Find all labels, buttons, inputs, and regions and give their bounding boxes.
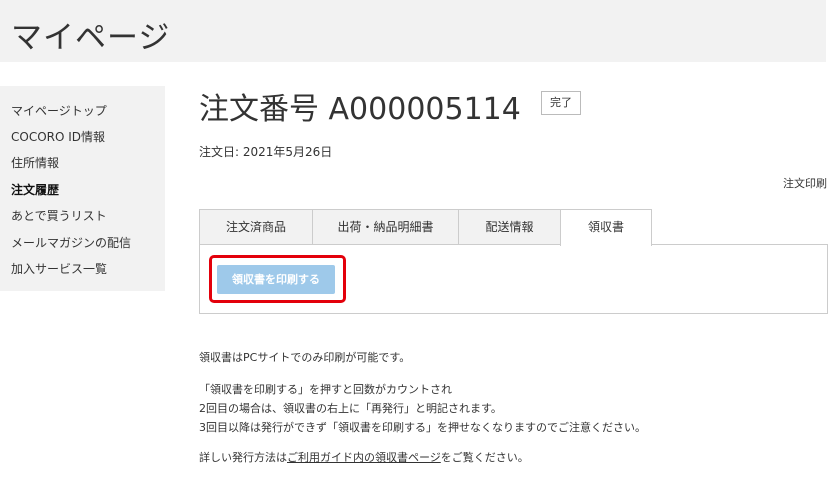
receipt-note-limit: 3回目以降は発行ができず「領収書を印刷する」を押せなくなりますのでご注意ください… xyxy=(199,421,646,434)
tab-ordered-items[interactable]: 注文済商品 xyxy=(199,209,313,245)
sidebar-item-newsletter[interactable]: メールマガジンの配信 xyxy=(11,234,131,251)
sidebar-item-cocoro-id[interactable]: COCORO ID情報 xyxy=(11,128,105,145)
receipt-note-pc-only: 領収書はPCサイトでのみ印刷が可能です。 xyxy=(199,351,411,364)
tab-delivery-info[interactable]: 配送情報 xyxy=(458,209,561,245)
receipt-note-reissue: 2回目の場合は、領収書の右上に「再発行」と明記されます。 xyxy=(199,402,502,415)
order-number-title: 注文番号 A000005114 xyxy=(199,92,521,127)
guide-suffix: をご覧ください。 xyxy=(440,451,529,464)
sidebar-item-order-history[interactable]: 注文履歴 xyxy=(11,181,59,198)
receipt-guide-note: 詳しい発行方法はご利用ガイド内の領収書ページをご覧ください。 xyxy=(199,449,529,465)
print-order-link[interactable]: 注文印刷 xyxy=(783,175,827,191)
sidebar-item-services[interactable]: 加入サービス一覧 xyxy=(11,260,107,277)
page-header: マイページ xyxy=(0,0,826,62)
status-badge: 完了 xyxy=(541,91,581,115)
sidebar-item-mypage-top[interactable]: マイページトップ xyxy=(11,102,107,119)
sidebar: マイページトップ COCORO ID情報 住所情報 注文履歴 あとで買うリスト … xyxy=(0,86,165,291)
print-receipt-button[interactable]: 領収書を印刷する xyxy=(217,265,335,294)
tab-receipt[interactable]: 領収書 xyxy=(560,209,652,246)
guide-link[interactable]: ご利用ガイド内の領収書ページ xyxy=(287,451,441,464)
receipt-note-count: 「領収書を印刷する」を押すと回数がカウントされ xyxy=(199,383,452,396)
order-date: 注文日: 2021年5月26日 xyxy=(199,145,333,159)
sidebar-item-save-for-later[interactable]: あとで買うリスト xyxy=(11,207,107,224)
tab-shipping-invoice[interactable]: 出荷・納品明細書 xyxy=(312,209,459,245)
guide-prefix: 詳しい発行方法は xyxy=(199,451,287,464)
sidebar-item-address[interactable]: 住所情報 xyxy=(11,154,59,171)
page-title: マイページ xyxy=(11,20,171,56)
